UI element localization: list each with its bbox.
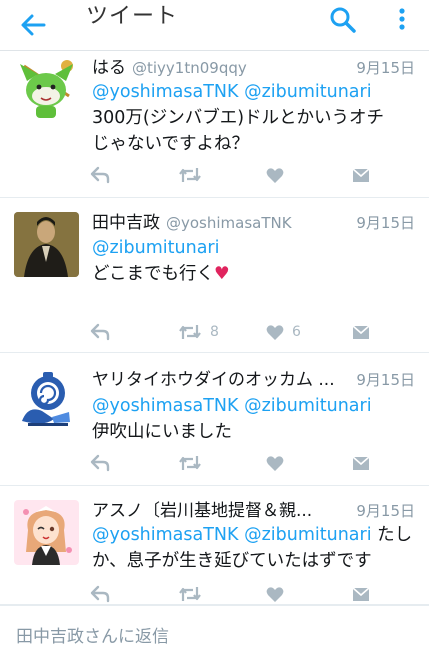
tweet-text: @yoshimasaTNK @zibumitunari 300万(ジンバブエ)ドル… bbox=[92, 79, 421, 157]
tweet-date: 9月15日 bbox=[354, 56, 415, 80]
reply-input-placeholder[interactable]: 田中吉政さんに返信 bbox=[16, 622, 169, 647]
tweet-text: @yoshimasaTNK @zibumitunari たしか、息子が生き延びて… bbox=[92, 522, 421, 574]
reply-button[interactable] bbox=[90, 163, 110, 187]
tweet-text-line: @yoshimasaTNK @zibumitunari たし bbox=[92, 522, 421, 548]
retweet-button[interactable]: 8 bbox=[178, 320, 219, 344]
like-button[interactable]: 6 bbox=[266, 320, 301, 344]
display-name[interactable]: 田中吉政 bbox=[92, 213, 160, 233]
tweet-actions: 8 6 bbox=[90, 320, 390, 344]
avatar[interactable] bbox=[14, 212, 79, 277]
like-button[interactable] bbox=[266, 451, 292, 475]
reply-icon bbox=[90, 454, 110, 472]
heart-emoji: ♥ bbox=[213, 264, 230, 284]
tweet-actions bbox=[90, 582, 390, 606]
retweet-button[interactable] bbox=[178, 451, 210, 475]
heart-icon bbox=[266, 324, 284, 340]
display-name[interactable]: ヤリタイホウダイのオッカム ... bbox=[92, 370, 335, 390]
tweet-item[interactable]: ヤリタイホウダイのオッカム ... 9月15日 @yoshimasaTNK @z… bbox=[0, 353, 429, 486]
direct-message-button[interactable] bbox=[352, 163, 370, 187]
direct-message-button[interactable] bbox=[352, 451, 370, 475]
tweet-date: 9月15日 bbox=[354, 499, 415, 523]
retweet-icon bbox=[179, 456, 201, 470]
tweet-item[interactable]: 田中吉政 @yoshimasaTNK 9月15日 @zibumitunari どこ… bbox=[0, 198, 429, 353]
tweet-text: @yoshimasaTNK @zibumitunari 伊吹山にいました bbox=[92, 393, 421, 445]
tweet-text-line: か、息子が生き延びていたはずです bbox=[92, 548, 421, 574]
like-button[interactable] bbox=[266, 163, 292, 187]
retweet-icon bbox=[179, 325, 201, 339]
envelope-icon bbox=[352, 168, 370, 182]
tweet-text-segment: どこまでも行く bbox=[92, 264, 214, 284]
tweet-text-line: @zibumitunari bbox=[92, 235, 421, 261]
more-options-icon[interactable] bbox=[391, 5, 413, 35]
display-name[interactable]: はる bbox=[92, 58, 126, 78]
tweet-header: 田中吉政 @yoshimasaTNK 9月15日 bbox=[92, 211, 415, 235]
heart-icon bbox=[266, 586, 284, 602]
mention-link[interactable]: @zibumitunari bbox=[244, 396, 371, 416]
mention-link[interactable]: @zibumitunari bbox=[92, 238, 219, 258]
mention-link[interactable]: @zibumitunari bbox=[244, 82, 371, 102]
tweet-actions bbox=[90, 163, 390, 187]
tweet-actions bbox=[90, 451, 390, 475]
direct-message-button[interactable] bbox=[352, 582, 370, 606]
heart-icon bbox=[266, 167, 284, 183]
reply-icon bbox=[90, 323, 110, 341]
envelope-icon bbox=[352, 325, 370, 339]
direct-message-button[interactable] bbox=[352, 320, 370, 344]
tweet-date: 9月15日 bbox=[354, 211, 415, 235]
like-count: 6 bbox=[292, 324, 301, 340]
retweet-icon bbox=[179, 587, 201, 601]
tweet-text-segment: じゃないですよね？ bbox=[92, 134, 249, 154]
tweet-text-line: @yoshimasaTNK @zibumitunari bbox=[92, 393, 421, 419]
tweet-text-segment: 伊吹山にいました bbox=[92, 422, 232, 442]
reply-button[interactable] bbox=[90, 451, 110, 475]
display-name[interactable]: アスノ〔岩川基地提督＆親... bbox=[92, 501, 312, 521]
mention-link[interactable]: @yoshimasaTNK bbox=[92, 525, 239, 545]
tweet-text-line: 伊吹山にいました bbox=[92, 419, 421, 445]
tweet-text: @zibumitunari どこまでも行く♥ bbox=[92, 235, 421, 287]
tweet-item[interactable]: はる @tiyy1tn09qqy 9月15日 @yoshimasaTNK @zib… bbox=[0, 51, 429, 198]
reply-composer[interactable]: 田中吉政さんに返信 bbox=[0, 605, 429, 647]
reply-icon bbox=[90, 166, 110, 184]
top-app-bar: ツイート bbox=[0, 0, 429, 51]
tweet-item[interactable]: アスノ〔岩川基地提督＆親... 9月15日 @yoshimasaTNK @zib… bbox=[0, 486, 429, 605]
user-handle[interactable]: @tiyy1tn09qqy bbox=[132, 59, 247, 77]
tweet-header: ヤリタイホウダイのオッカム ... 9月15日 bbox=[92, 368, 415, 392]
avatar[interactable] bbox=[14, 500, 79, 565]
retweet-button[interactable] bbox=[178, 582, 210, 606]
retweet-button[interactable] bbox=[178, 163, 210, 187]
tweet-text-segment: か、息子が生き延びていたはずです bbox=[92, 551, 372, 571]
envelope-icon bbox=[352, 587, 370, 601]
avatar[interactable] bbox=[14, 367, 79, 432]
tweet-header: アスノ〔岩川基地提督＆親... 9月15日 bbox=[92, 499, 415, 523]
tweet-text-segment: たし bbox=[371, 525, 413, 545]
reply-icon bbox=[90, 585, 110, 603]
tweet-text-segment: 300万(ジンバブエ)ドルとかいうオチ bbox=[92, 108, 385, 128]
retweet-icon bbox=[179, 168, 201, 182]
page-title: ツイート bbox=[86, 4, 179, 29]
mention-link[interactable]: @zibumitunari bbox=[244, 525, 371, 545]
back-arrow-icon[interactable] bbox=[18, 10, 48, 40]
retweet-count: 8 bbox=[210, 324, 219, 340]
user-handle[interactable]: @yoshimasaTNK bbox=[166, 214, 292, 232]
like-button[interactable] bbox=[266, 582, 292, 606]
tweet-text-line: @yoshimasaTNK @zibumitunari bbox=[92, 79, 421, 105]
tweet-date: 9月15日 bbox=[354, 368, 415, 392]
envelope-icon bbox=[352, 456, 370, 470]
mention-link[interactable]: @yoshimasaTNK bbox=[92, 82, 239, 102]
reply-button[interactable] bbox=[90, 320, 110, 344]
tweet-header: はる @tiyy1tn09qqy 9月15日 bbox=[92, 56, 415, 80]
avatar[interactable] bbox=[14, 56, 79, 121]
tweet-text-line: じゃないですよね？ bbox=[92, 131, 421, 157]
mention-link[interactable]: @yoshimasaTNK bbox=[92, 396, 239, 416]
heart-icon bbox=[266, 455, 284, 471]
tweet-text-line: どこまでも行く♥ bbox=[92, 261, 421, 287]
search-icon[interactable] bbox=[328, 5, 358, 35]
tweet-text-line: 300万(ジンバブエ)ドルとかいうオチ bbox=[92, 105, 421, 131]
reply-button[interactable] bbox=[90, 582, 110, 606]
